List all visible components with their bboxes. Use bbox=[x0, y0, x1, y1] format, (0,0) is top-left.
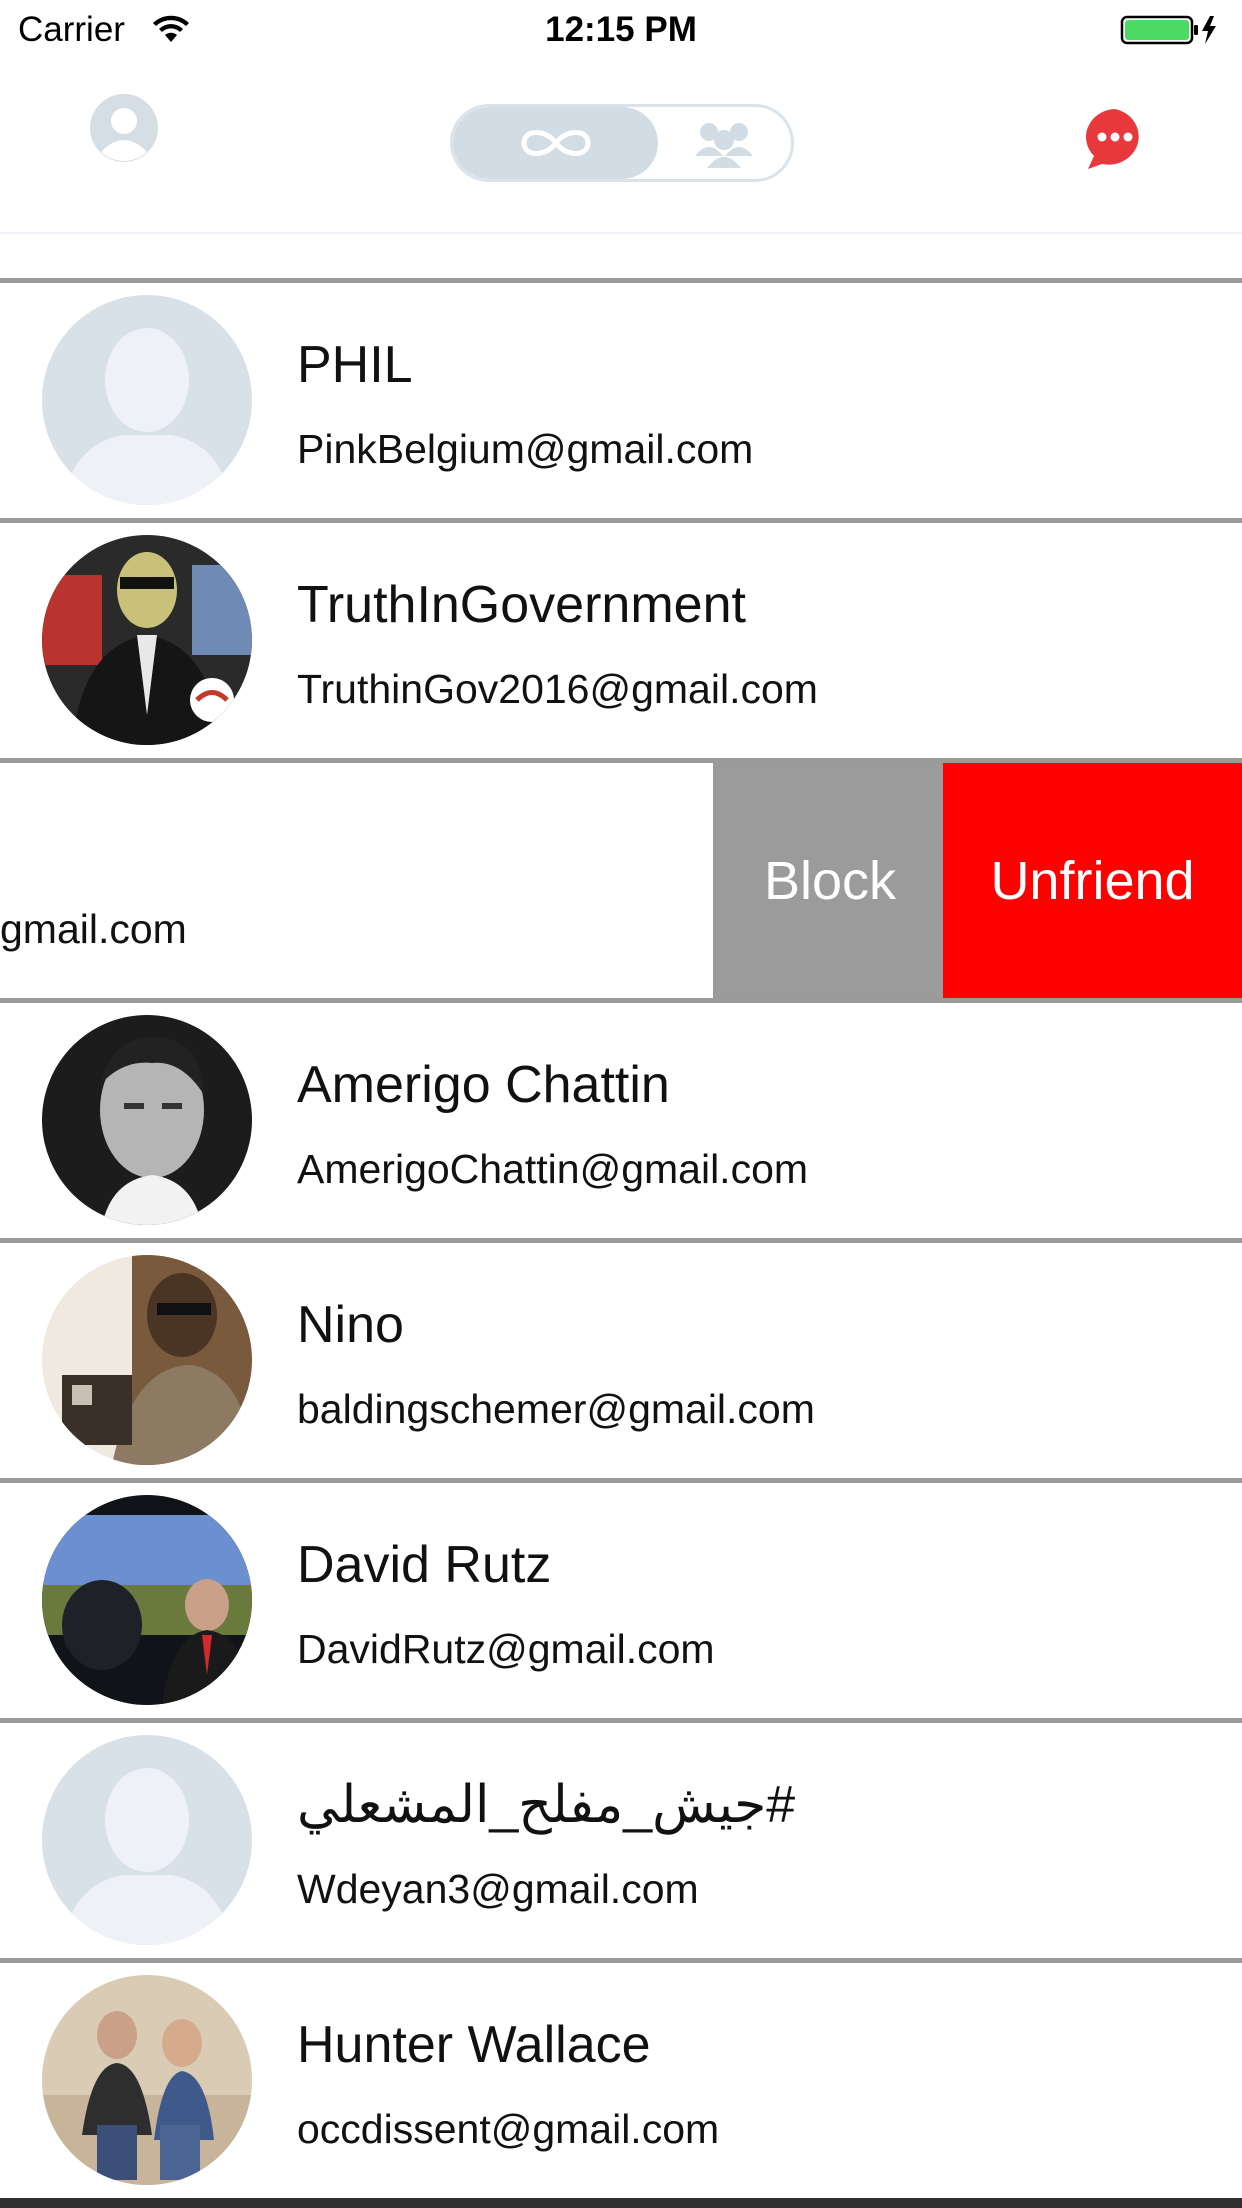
battery-icon bbox=[1120, 15, 1216, 45]
segment-groups[interactable] bbox=[656, 107, 791, 179]
friend-row[interactable]: Hunter Wallace occdissent@gmail.com bbox=[0, 1963, 1242, 2203]
friend-name: #جيش_مفلح_المشعلي bbox=[297, 1776, 796, 1834]
friend-email: occdissent@gmail.com bbox=[297, 2106, 720, 2152]
friend-name: TruthInGovernment bbox=[297, 576, 746, 634]
bottom-edge bbox=[0, 2198, 1242, 2208]
friend-email: TruthinGov2016@gmail.com bbox=[297, 666, 818, 712]
view-segmented-control bbox=[450, 104, 794, 182]
unfriend-label: Unfriend bbox=[990, 850, 1195, 911]
block-button[interactable]: Block bbox=[717, 763, 943, 998]
avatar-photo bbox=[42, 1015, 252, 1225]
friend-email: PinkBelgium@gmail.com bbox=[297, 426, 754, 472]
friend-name: PHIL bbox=[297, 336, 413, 394]
friend-email: Wdeyan3@gmail.com bbox=[297, 1866, 699, 1912]
avatar-placeholder bbox=[42, 1735, 252, 1945]
avatar-photo bbox=[42, 1975, 252, 2185]
friend-row[interactable]: David Rutz DavidRutz@gmail.com bbox=[0, 1483, 1242, 1723]
group-icon bbox=[694, 123, 753, 168]
status-time: 12:15 PM bbox=[545, 10, 697, 49]
friend-name: Hunter Wallace bbox=[297, 2016, 651, 2074]
friend-email: DavidRutz@gmail.com bbox=[297, 1626, 715, 1672]
friend-row-swiped[interactable]: gmail.com Block Unfriend bbox=[0, 763, 1242, 1003]
friend-name: David Rutz bbox=[297, 1536, 552, 1594]
friend-email: AmerigoChattin@gmail.com bbox=[297, 1146, 809, 1192]
friend-name: Nino bbox=[297, 1296, 404, 1354]
top-nav-bar bbox=[0, 62, 1242, 234]
swiped-row-content[interactable]: gmail.com bbox=[0, 763, 717, 998]
unfriend-button[interactable]: Unfriend bbox=[943, 763, 1242, 998]
infinity-icon bbox=[520, 130, 591, 156]
friend-row[interactable]: TruthInGovernment TruthinGov2016@gmail.c… bbox=[0, 523, 1242, 763]
chat-bubble-icon[interactable] bbox=[1082, 106, 1148, 172]
avatar-placeholder bbox=[42, 295, 252, 505]
friend-name: Amerigo Chattin bbox=[297, 1056, 670, 1114]
friend-row[interactable]: #جيش_مفلح_المشعلي Wdeyan3@gmail.com bbox=[0, 1723, 1242, 1963]
friend-row[interactable]: PHIL PinkBelgium@gmail.com bbox=[0, 283, 1242, 523]
avatar-photo bbox=[42, 1255, 252, 1465]
avatar-photo bbox=[42, 535, 252, 745]
friend-row[interactable]: Amerigo Chattin AmerigoChattin@gmail.com bbox=[0, 1003, 1242, 1243]
person-icon[interactable] bbox=[88, 92, 160, 164]
block-label: Block bbox=[763, 850, 897, 911]
avatar-photo bbox=[42, 1495, 252, 1705]
status-bar: Carrier 12:15 PM bbox=[0, 0, 1242, 62]
segment-all[interactable] bbox=[453, 107, 658, 179]
friends-screen: Carrier 12:15 PM PHIL PinkBelgium@gmail.… bbox=[0, 0, 1242, 2208]
friend-row[interactable]: Nino baldingschemer@gmail.com bbox=[0, 1243, 1242, 1483]
friend-email: gmail.com bbox=[0, 906, 187, 952]
friend-email: baldingschemer@gmail.com bbox=[297, 1386, 815, 1432]
